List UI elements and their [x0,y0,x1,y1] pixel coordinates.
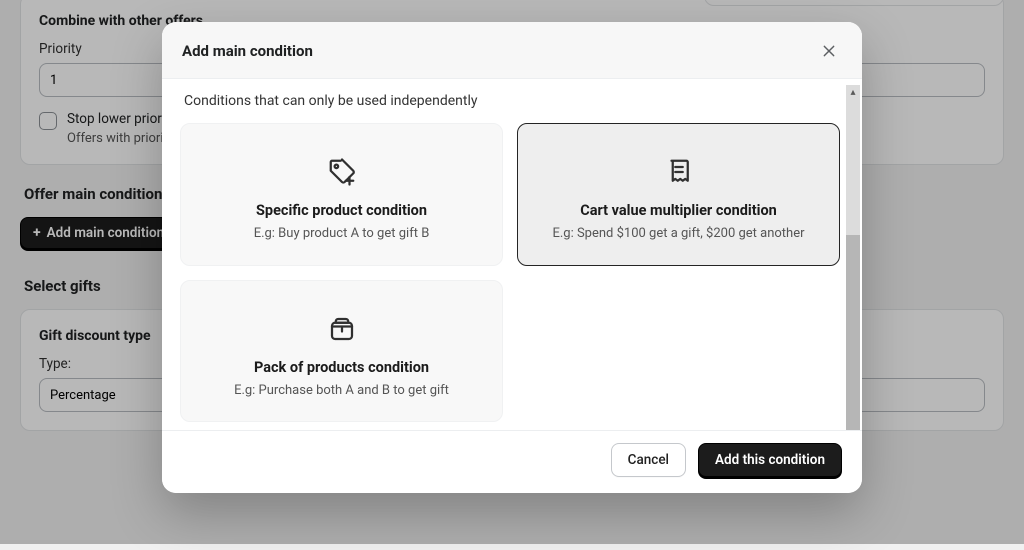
close-icon[interactable] [816,38,842,64]
option-example: E.g: Purchase both A and B to get gift [203,382,480,400]
option-example: E.g: Buy product A to get gift B [203,225,480,243]
option-title: Specific product condition [203,202,480,219]
scrollbar-thumb[interactable] [846,235,860,430]
scrollbar[interactable]: ▴ ▾ [846,85,860,424]
option-title: Pack of products condition [203,359,480,376]
option-specific-product[interactable]: Specific product condition E.g: Buy prod… [180,123,503,266]
tag-plus-icon [203,152,480,192]
modal-subtitle: Conditions that can only be used indepen… [184,93,840,109]
option-title: Cart value multiplier condition [540,202,817,219]
add-condition-modal: Add main condition Conditions that can o… [162,22,862,493]
modal-title: Add main condition [182,42,313,60]
box-icon [203,309,480,349]
receipt-icon [540,152,817,192]
scroll-up-icon[interactable]: ▴ [846,85,860,99]
option-example: E.g: Spend $100 get a gift, $200 get ano… [540,225,817,243]
cancel-button[interactable]: Cancel [611,443,686,477]
option-pack-products[interactable]: Pack of products condition E.g: Purchase… [180,280,503,423]
add-this-condition-button[interactable]: Add this condition [698,443,842,477]
modal-overlay: Add main condition Conditions that can o… [0,0,1024,544]
option-cart-multiplier[interactable]: Cart value multiplier condition E.g: Spe… [517,123,840,266]
